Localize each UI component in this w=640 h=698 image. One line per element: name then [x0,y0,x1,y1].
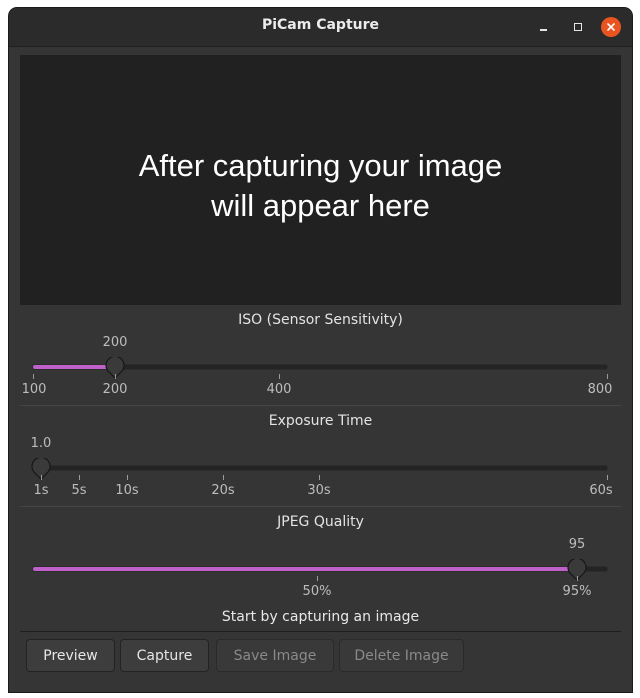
exposure-tick [127,475,128,480]
maximize-button[interactable] [568,17,588,37]
delete-image-button[interactable]: Delete Image [339,639,464,672]
exposure-tick [319,475,320,480]
jpeg-quality-tick-label: 95% [562,584,592,599]
iso-slider-fill [33,365,115,369]
exposure-tick-label: 10s [115,483,139,498]
section-divider [20,506,621,507]
minimize-icon [540,29,547,31]
capture-button[interactable]: Capture [120,639,209,672]
minimize-button[interactable] [534,17,554,37]
preview-button[interactable]: Preview [26,639,115,672]
preview-placeholder-line-2: will appear here [211,188,430,223]
iso-tick-label: 200 [102,382,128,397]
close-icon [607,23,615,31]
iso-tick [607,374,608,379]
close-button[interactable] [601,17,621,37]
exposure-tick-label: 30s [307,483,331,498]
exposure-tick-label: 20s [211,483,235,498]
jpeg-quality-tick-label: 50% [302,584,332,599]
iso-label: ISO (Sensor Sensitivity) [238,312,403,328]
exposure-value-label: 1.0 [30,436,52,451]
exposure-tick-label: 60s [589,483,613,498]
exposure-tick-label: 1s [33,483,49,498]
iso-tick [33,374,34,379]
button-bar-divider [20,631,621,632]
maximize-icon [574,23,582,31]
jpeg-quality-label: JPEG Quality [277,514,364,530]
save-image-button[interactable]: Save Image [216,639,334,672]
exposure-label: Exposure Time [268,413,373,429]
jpeg-quality-tick [317,576,318,581]
iso-tick-label: 100 [21,382,47,397]
preview-placeholder-line-1: After capturing your image [138,148,503,183]
exposure-tick [41,475,42,480]
title-bar[interactable]: PiCam Capture [9,8,632,47]
iso-tick [279,374,280,379]
exposure-tick [607,475,608,480]
image-preview-area: After capturing your image will appear h… [20,55,621,305]
jpeg-quality-slider-fill [33,567,577,571]
jpeg-quality-slider-track[interactable] [33,567,607,571]
app-window: PiCam Capture After capturing your image… [9,8,632,692]
jpeg-quality-value-label: 95 [568,537,586,552]
iso-tick [115,374,116,379]
exposure-slider-track[interactable] [33,466,607,470]
exposure-tick [79,475,80,480]
iso-value-label: 200 [102,335,128,350]
status-message: Start by capturing an image [221,609,420,625]
exposure-tick [223,475,224,480]
iso-tick-label: 400 [266,382,292,397]
preview-placeholder: After capturing your image will appear h… [20,146,621,226]
jpeg-quality-tick [577,576,578,581]
exposure-tick-label: 5s [71,483,87,498]
iso-tick-label: 800 [587,382,613,397]
section-divider [20,405,621,406]
